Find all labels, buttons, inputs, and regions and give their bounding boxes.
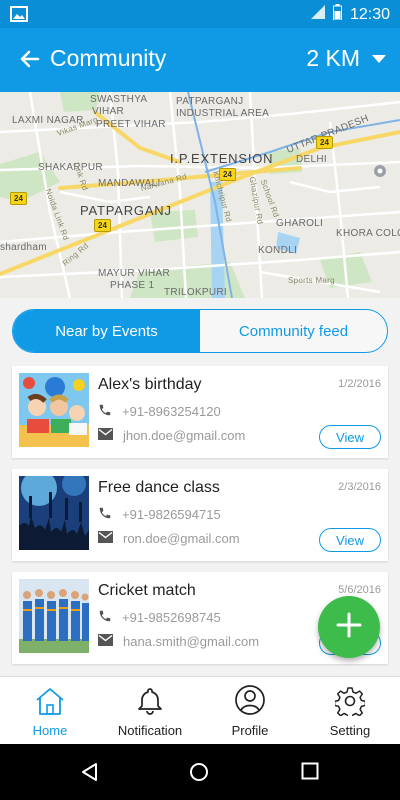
highway-shield: 24 [316, 136, 333, 149]
mail-icon [98, 428, 113, 443]
map-label: PREET VIHAR [96, 119, 166, 130]
caret-down-icon [372, 54, 386, 63]
image-notification-icon [10, 6, 28, 27]
event-email[interactable]: jhon.doe@gmail.com [98, 428, 245, 443]
email-address: jhon.doe@gmail.com [123, 428, 246, 443]
map-label: KHORA COLONY [336, 228, 400, 239]
event-date: 1/2/2016 [338, 378, 381, 390]
back-triangle-icon[interactable] [80, 762, 98, 787]
map-label: DELHI [296, 154, 327, 165]
add-event-button[interactable] [318, 596, 380, 658]
map-label: PATPARGANJ [176, 96, 244, 107]
profile-icon [234, 684, 266, 719]
event-card[interactable]: Free dance class 2/3/2016 +91-9826594715… [12, 469, 388, 561]
distance-value: 2 KM [306, 45, 360, 71]
nav-home[interactable]: Home [0, 677, 100, 744]
nav-label: Home [32, 723, 68, 738]
event-email[interactable]: ron.doe@gmail.com [98, 531, 240, 546]
map-label: KONDLI [258, 245, 298, 256]
system-navigation-bar [0, 744, 400, 800]
phone-icon [98, 609, 112, 626]
event-title: Alex's birthday [98, 376, 202, 393]
email-address: hana.smith@gmail.com [123, 634, 260, 649]
mail-icon [98, 634, 113, 649]
tab-community-feed[interactable]: Community feed [200, 310, 387, 352]
view-button[interactable]: View [319, 425, 381, 449]
map-label: I.P.EXTENSION [170, 151, 274, 166]
event-thumbnail [19, 476, 89, 550]
nav-profile[interactable]: Profile [200, 677, 300, 744]
map-label: Sports Marg [288, 276, 335, 285]
view-button[interactable]: View [319, 528, 381, 552]
bottom-navigation: Home Notification Profile Setting [0, 676, 400, 744]
status-time: 12:30 [349, 5, 390, 23]
map-label: INDUSTRIAL AREA [176, 108, 270, 119]
battery-icon [332, 4, 342, 25]
map-label: MAYUR VIHAR [98, 268, 171, 279]
phone-icon [98, 506, 112, 523]
map-label: TRILOKPURI [164, 287, 228, 298]
map-label: PHASE 1 [110, 280, 155, 291]
mail-icon [98, 531, 113, 546]
event-date: 2/3/2016 [338, 481, 381, 493]
map-view[interactable]: SWASTHYA VIHAR PATPARGANJ INDUSTRIAL ARE… [0, 92, 400, 298]
bell-icon [135, 686, 165, 719]
event-title: Free dance class [98, 479, 220, 496]
nav-setting[interactable]: Setting [300, 677, 400, 744]
app-bar: Community 2 KM [0, 28, 400, 92]
highway-shield: 24 [94, 219, 111, 232]
nav-label: Notification [117, 723, 183, 738]
event-title: Cricket match [98, 582, 196, 599]
email-address: ron.doe@gmail.com [123, 531, 240, 546]
phone-icon [98, 403, 112, 420]
map-label: PATPARGANJ [80, 203, 172, 218]
event-card[interactable]: Alex's birthday 1/2/2016 +91-8963254120 … [12, 366, 388, 458]
gear-icon [333, 686, 367, 720]
phone-number: +91-9852698745 [122, 610, 221, 625]
phone-number: +91-8963254120 [122, 404, 221, 419]
map-label: VIHAR [92, 106, 125, 117]
event-email[interactable]: hana.smith@gmail.com [98, 634, 259, 649]
event-thumbnail [19, 579, 89, 653]
event-phone[interactable]: +91-8963254120 [98, 403, 221, 420]
status-bar: 12:30 [0, 0, 400, 28]
nav-label: Profile [231, 723, 269, 738]
signal-icon [310, 5, 325, 24]
highway-shield: 24 [10, 192, 27, 205]
phone-number: +91-9826594715 [122, 507, 221, 522]
map-label: GHAROLI [276, 218, 324, 229]
highway-shield: 24 [219, 168, 236, 181]
page-title: Community [50, 45, 167, 71]
nav-label: Setting [329, 723, 371, 738]
map-label: SWASTHYA [90, 94, 148, 105]
home-icon [34, 686, 66, 719]
nav-notification[interactable]: Notification [100, 677, 200, 744]
back-arrow-icon[interactable] [18, 47, 42, 71]
map-label: shardham [0, 242, 47, 253]
event-phone[interactable]: +91-9826594715 [98, 506, 221, 523]
distance-dropdown[interactable]: 2 KM [306, 45, 386, 72]
recents-square-icon[interactable] [301, 762, 319, 785]
home-circle-icon[interactable] [189, 762, 209, 787]
event-thumbnail [19, 373, 89, 447]
event-feed-tabs: Near by Events Community feed [12, 309, 388, 353]
event-date: 5/6/2016 [338, 584, 381, 596]
tab-nearby-events[interactable]: Near by Events [13, 310, 200, 352]
event-phone[interactable]: +91-9852698745 [98, 609, 221, 626]
plus-icon [336, 612, 362, 643]
